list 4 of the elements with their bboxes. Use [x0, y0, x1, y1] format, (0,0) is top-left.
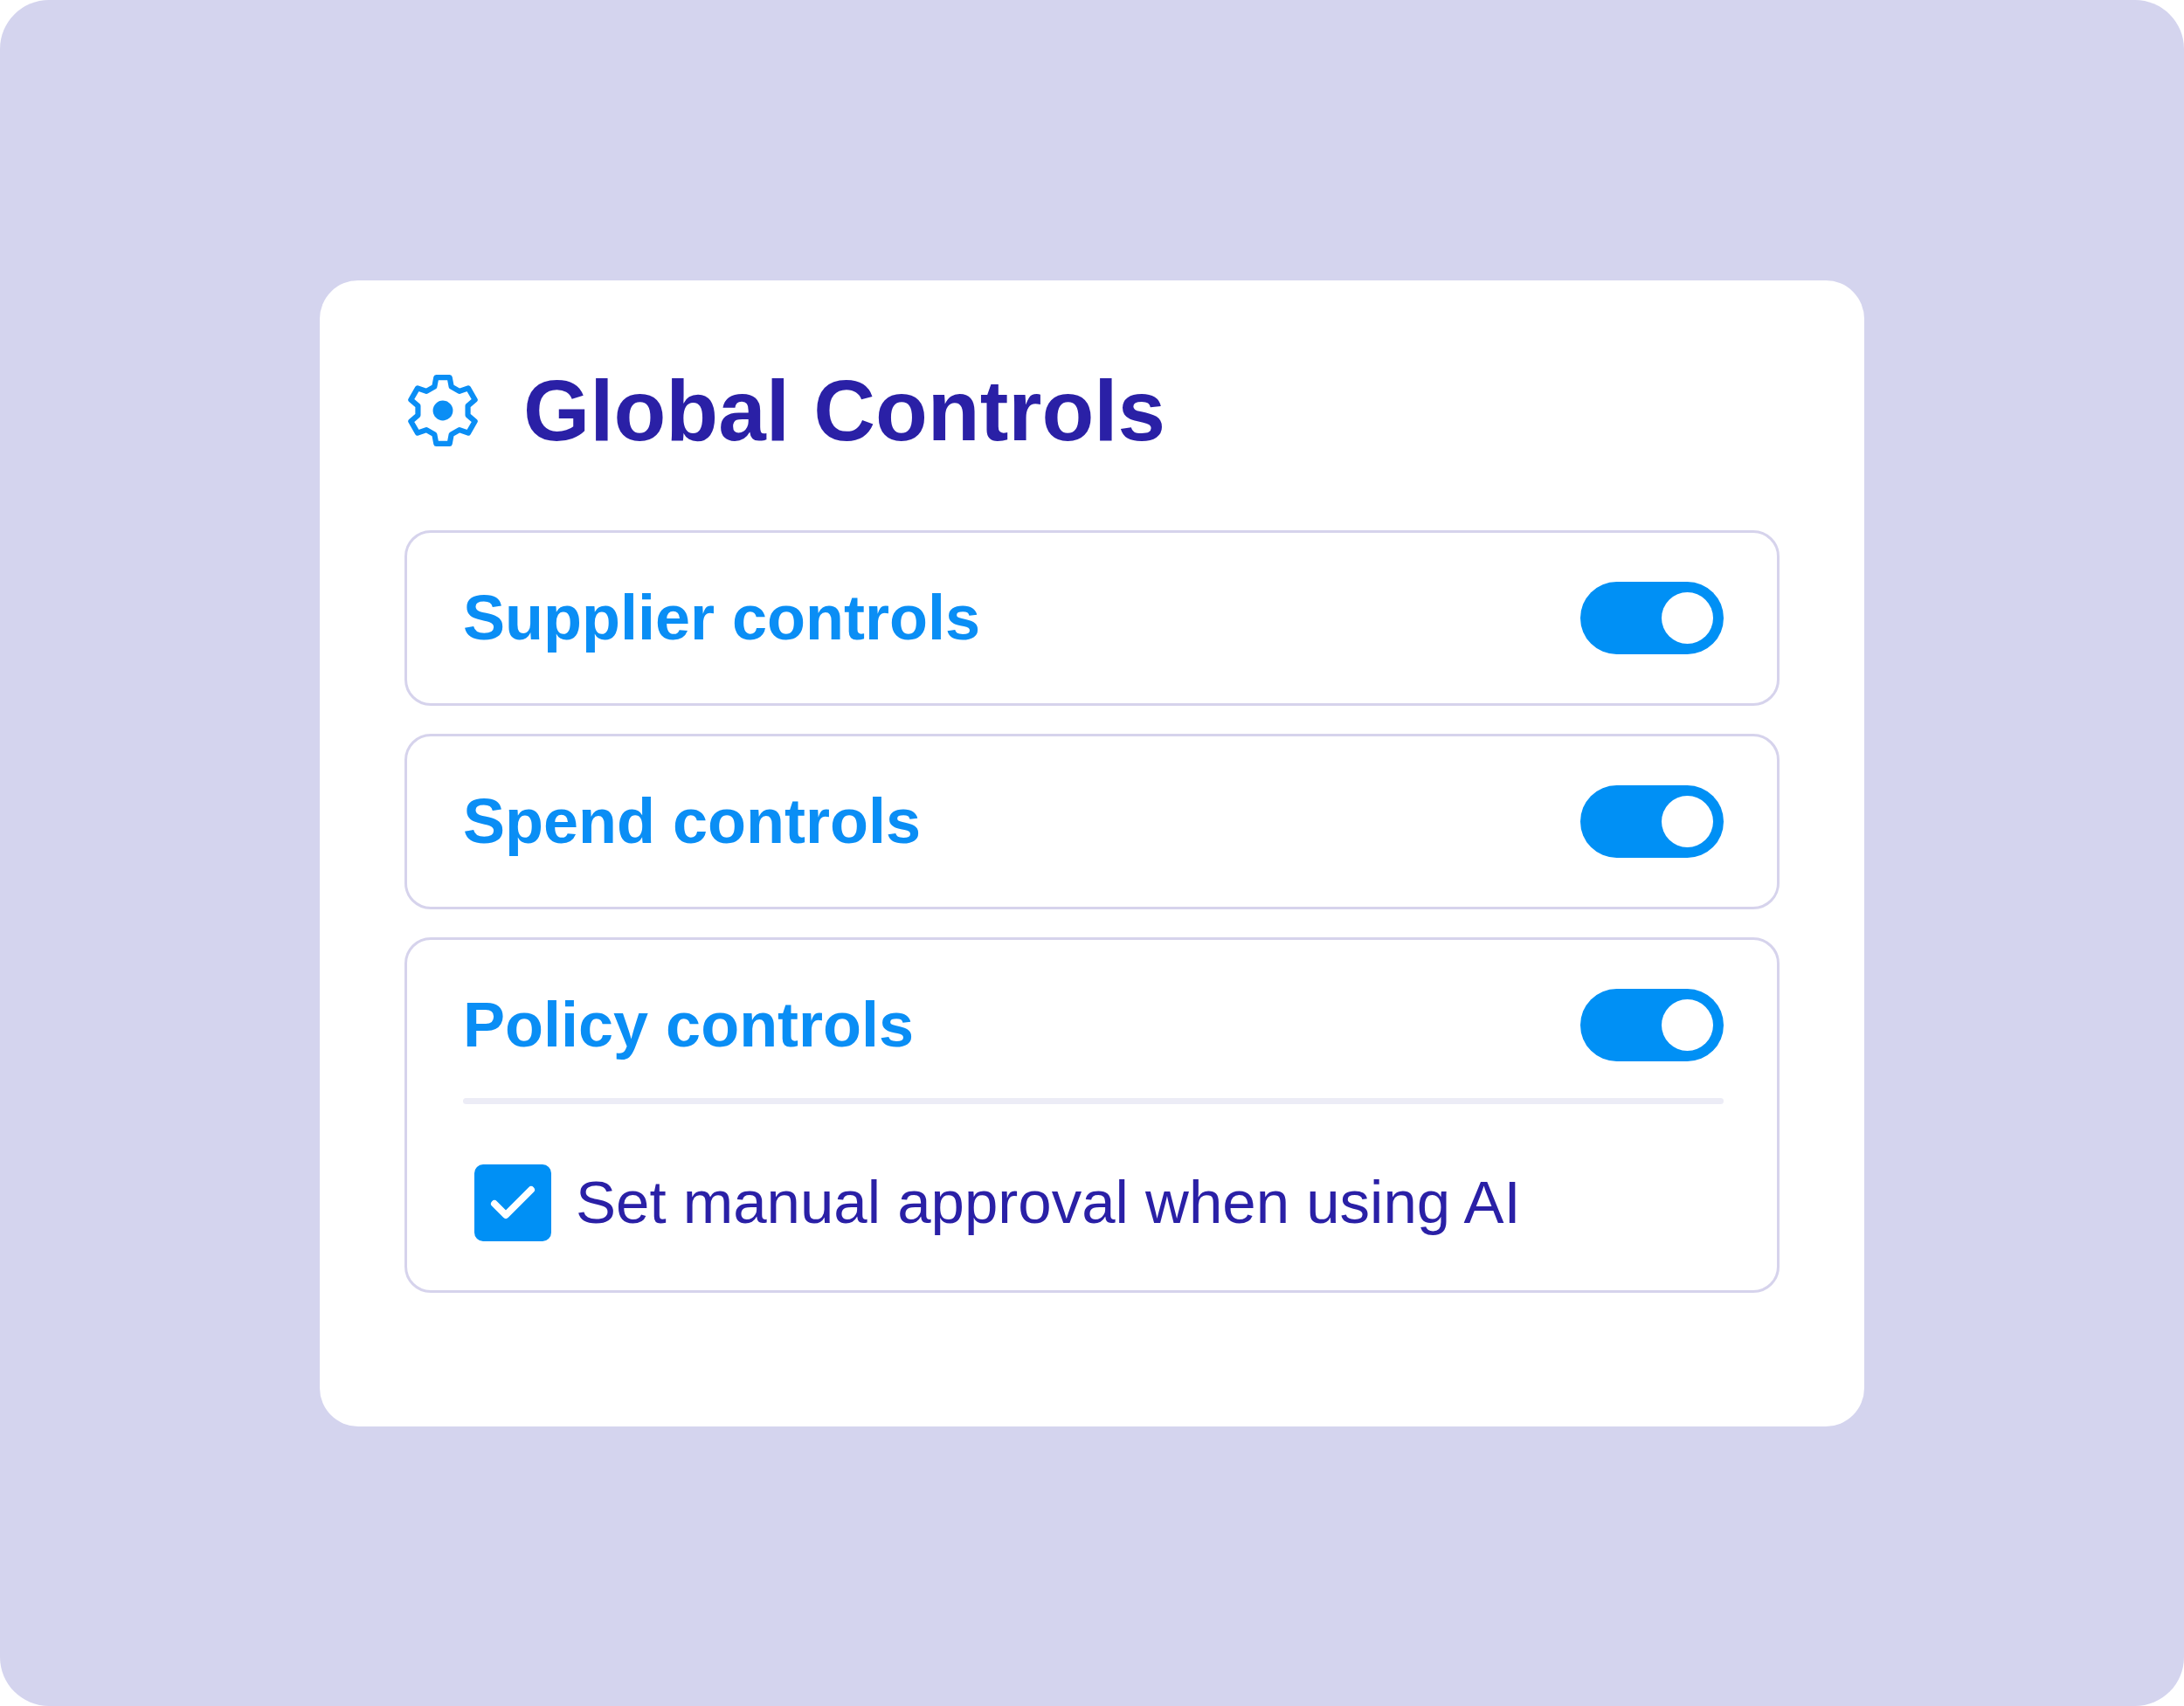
checkmark-icon	[490, 1185, 536, 1220]
checkbox-label: Set manual approval when using AI	[576, 1169, 1521, 1236]
panel-title: Global Controls	[523, 367, 1165, 453]
checkbox[interactable]	[474, 1164, 551, 1241]
